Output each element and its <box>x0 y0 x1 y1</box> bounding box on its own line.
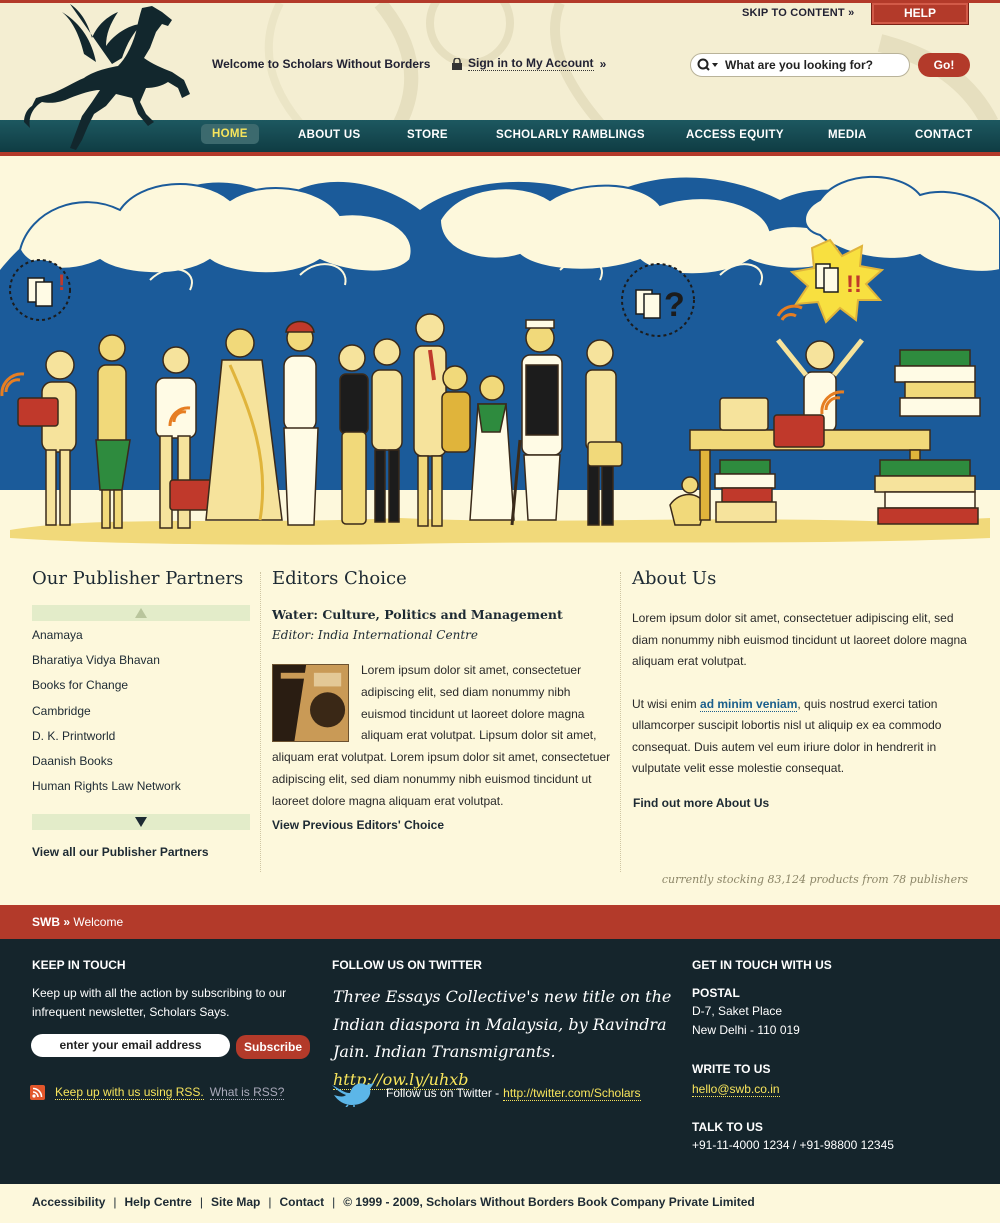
skip-to-content-link[interactable]: SKIP TO CONTENT » <box>742 7 854 19</box>
site-map-link[interactable]: Site Map <box>211 1195 260 1209</box>
follow-twitter-line: Follow us on Twitter - http://twitter.co… <box>330 1079 641 1107</box>
rss-icon <box>30 1085 45 1100</box>
search-icon <box>697 58 718 71</box>
follow-text: Follow us on Twitter - <box>386 1086 500 1100</box>
publisher-partners: Our Publisher Partners Anamaya Bharatiya… <box>32 568 250 859</box>
rss-link[interactable]: Keep up with us using RSS. <box>55 1085 204 1100</box>
publisher-item[interactable]: Cambridge <box>32 705 250 730</box>
search-go-button[interactable]: Go! <box>918 53 970 77</box>
contact-email-wrap: hello@swb.co.in <box>692 1080 780 1099</box>
breadcrumb: SWB » Welcome <box>0 905 1000 939</box>
about-text: Ut wisi enim <box>632 696 701 711</box>
separator: | <box>332 1195 336 1209</box>
publishers-scroll-up[interactable] <box>32 605 250 621</box>
welcome-text: Welcome to Scholars Without Borders <box>212 57 431 71</box>
phone-numbers: +91-11-4000 1234 / +91-98800 12345 <box>692 1138 894 1152</box>
keep-in-touch-text: Keep up with all the action by subscribi… <box>32 986 287 1019</box>
newsletter-email-input[interactable]: enter your email address <box>31 1034 230 1057</box>
nav-contact[interactable]: CONTACT <box>915 129 972 141</box>
search-box <box>690 53 910 77</box>
nav-scholarly-ramblings[interactable]: SCHOLARLY RAMBLINGS <box>496 129 645 141</box>
signin-link[interactable]: Sign in to My Account » <box>452 56 606 71</box>
arrow-up-icon <box>135 608 147 618</box>
subscribe-button[interactable]: Subscribe <box>236 1035 310 1059</box>
nav-media[interactable]: MEDIA <box>828 129 867 141</box>
signin-arrow: » <box>599 56 607 71</box>
pegasus-logo[interactable] <box>22 2 202 152</box>
twitter-title: FOLLOW US ON TWITTER <box>332 958 482 972</box>
lock-icon <box>452 57 462 70</box>
about-title: About Us <box>632 568 717 589</box>
what-is-rss-link[interactable]: What is RSS? <box>209 1085 285 1100</box>
arrow-down-icon <box>135 817 147 828</box>
twitter-profile-link[interactable]: http://twitter.com/Scholars <box>503 1086 641 1101</box>
nav-home[interactable]: HOME <box>201 124 259 144</box>
search-input[interactable] <box>725 58 905 72</box>
about-us: About Us Lorem ipsum dolor sit amet, con… <box>632 568 972 810</box>
publisher-item[interactable]: Anamaya <box>32 629 250 654</box>
keep-in-touch-title: KEEP IN TOUCH <box>32 958 126 972</box>
previous-editors-choice-link[interactable]: View Previous Editors' Choice <box>272 818 612 832</box>
nav-access-equity[interactable]: ACCESS EQUITY <box>686 129 784 141</box>
talk-to-us-title: TALK TO US <box>692 1120 763 1134</box>
book-editor: Editor: India International Centre <box>272 628 478 642</box>
bottom-links-bar: Accessibility | Help Centre | Site Map | Conta… <box>0 1184 1000 1223</box>
twitter-bird-icon <box>332 1083 374 1107</box>
breadcrumb-home[interactable]: SWB <box>32 915 60 929</box>
svg-text:?: ? <box>664 286 685 324</box>
publisher-item[interactable]: D. K. Printworld <box>32 730 250 755</box>
help-button[interactable]: HELP <box>871 3 969 25</box>
hero-illustration: ! ? !! <box>0 175 1000 555</box>
about-highlight-link[interactable]: ad minim veniam <box>700 696 798 712</box>
breadcrumb-current: Welcome <box>73 915 124 929</box>
svg-text:!: ! <box>58 270 65 295</box>
about-paragraph: Ut wisi enim ad minim veniam, quis nostr… <box>632 694 972 780</box>
book-cover-image[interactable] <box>272 664 349 742</box>
rss-line: Keep up with us using RSS. What is RSS? <box>30 1085 285 1100</box>
publisher-item[interactable]: Books for Change <box>32 679 250 704</box>
write-to-us-title: WRITE TO US <box>692 1062 771 1076</box>
signin-label: Sign in to My Account <box>468 56 594 71</box>
column-divider <box>260 572 261 872</box>
publishers-list: Anamaya Bharatiya Vidya Bhavan Books for… <box>32 629 250 805</box>
editors-title: Editors Choice <box>272 568 407 589</box>
separator: | <box>113 1195 117 1209</box>
publishers-title: Our Publisher Partners <box>32 568 244 589</box>
skip-arrow: » <box>848 7 855 19</box>
publisher-item[interactable]: Daanish Books <box>32 755 250 780</box>
accessibility-link[interactable]: Accessibility <box>32 1195 105 1209</box>
svg-text:!!: !! <box>846 271 862 298</box>
publisher-item[interactable]: Bharatiya Vidya Bhavan <box>32 654 250 679</box>
help-centre-link[interactable]: Help Centre <box>125 1195 192 1209</box>
book-title[interactable]: Water: Culture, Politics and Management <box>272 607 612 622</box>
contact-link[interactable]: Contact <box>279 1195 324 1209</box>
find-out-more-link[interactable]: Find out more About Us <box>633 796 972 810</box>
separator: | <box>199 1195 203 1209</box>
copyright-text: © 1999 - 2009, Scholars Without Borders … <box>343 1195 755 1209</box>
view-all-publishers-link[interactable]: View all our Publisher Partners <box>32 845 250 859</box>
nav-store[interactable]: STORE <box>407 129 448 141</box>
about-paragraph: Lorem ipsum dolor sit amet, consectetuer… <box>632 611 967 668</box>
publisher-item[interactable]: Human Rights Law Network <box>32 780 250 805</box>
nav-about-us[interactable]: ABOUT US <box>298 129 360 141</box>
postal-title: POSTAL <box>692 986 740 1000</box>
column-divider <box>620 572 621 872</box>
editors-choice: Editors Choice Water: Culture, Politics … <box>272 568 612 832</box>
postal-address-line: New Delhi - 110 019 <box>692 1023 800 1037</box>
contact-title: GET IN TOUCH WITH US <box>692 958 832 972</box>
tweet-text: Three Essays Collective's new title on t… <box>333 987 672 1061</box>
site-footer: KEEP IN TOUCH Keep up with all the actio… <box>0 939 1000 1184</box>
separator: | <box>268 1195 272 1209</box>
skip-label: SKIP TO CONTENT <box>742 7 845 19</box>
contact-email-link[interactable]: hello@swb.co.in <box>692 1082 780 1097</box>
stocking-text: currently stocking 83,124 products from … <box>661 873 968 886</box>
breadcrumb-separator: » <box>60 915 74 929</box>
postal-address-line: D-7, Saket Place <box>692 1004 783 1018</box>
publishers-scroll-down[interactable] <box>32 814 250 831</box>
latest-tweet: Three Essays Collective's new title on t… <box>333 983 678 1093</box>
